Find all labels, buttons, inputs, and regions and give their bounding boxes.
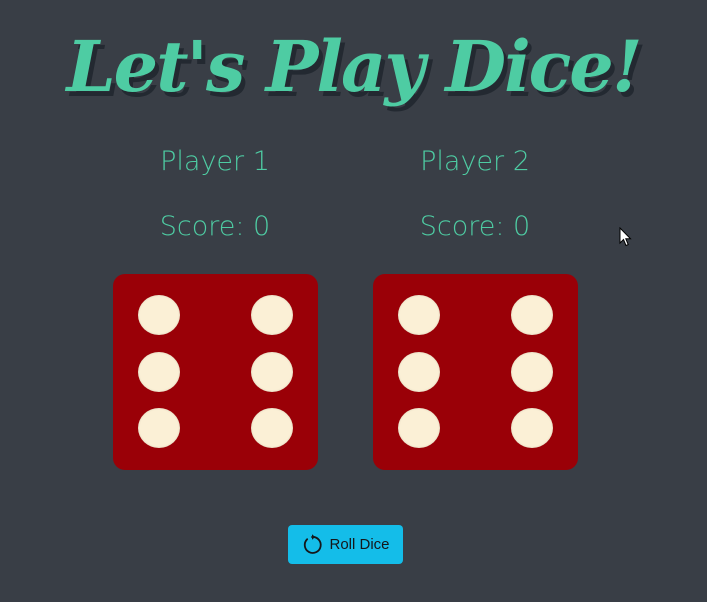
die-pip (398, 352, 440, 392)
die-pip (138, 352, 180, 392)
player-1-die (113, 274, 318, 470)
roll-dice-label: Roll Dice (329, 536, 390, 553)
die-pip (511, 352, 553, 392)
player-1-name: Player 1 (160, 146, 270, 177)
die-pip (511, 408, 553, 448)
die-pip (511, 295, 553, 335)
die-pip (138, 295, 180, 335)
die-pip (251, 295, 293, 335)
player-2-score: Score: 0 (419, 211, 531, 242)
die-pip (398, 408, 440, 448)
die-pip (138, 408, 180, 448)
player-1-score: Score: 0 (159, 211, 271, 242)
die-pip (398, 295, 440, 335)
player-2-name: Player 2 (420, 146, 530, 177)
player-2-die (373, 274, 578, 470)
die-pip (251, 408, 293, 448)
mouse-cursor-icon (619, 226, 633, 247)
roll-dice-button[interactable]: Roll Dice (288, 525, 403, 564)
refresh-icon (301, 533, 323, 556)
die-pip (251, 352, 293, 392)
page-title: Let's Play Dice! (66, 25, 642, 108)
